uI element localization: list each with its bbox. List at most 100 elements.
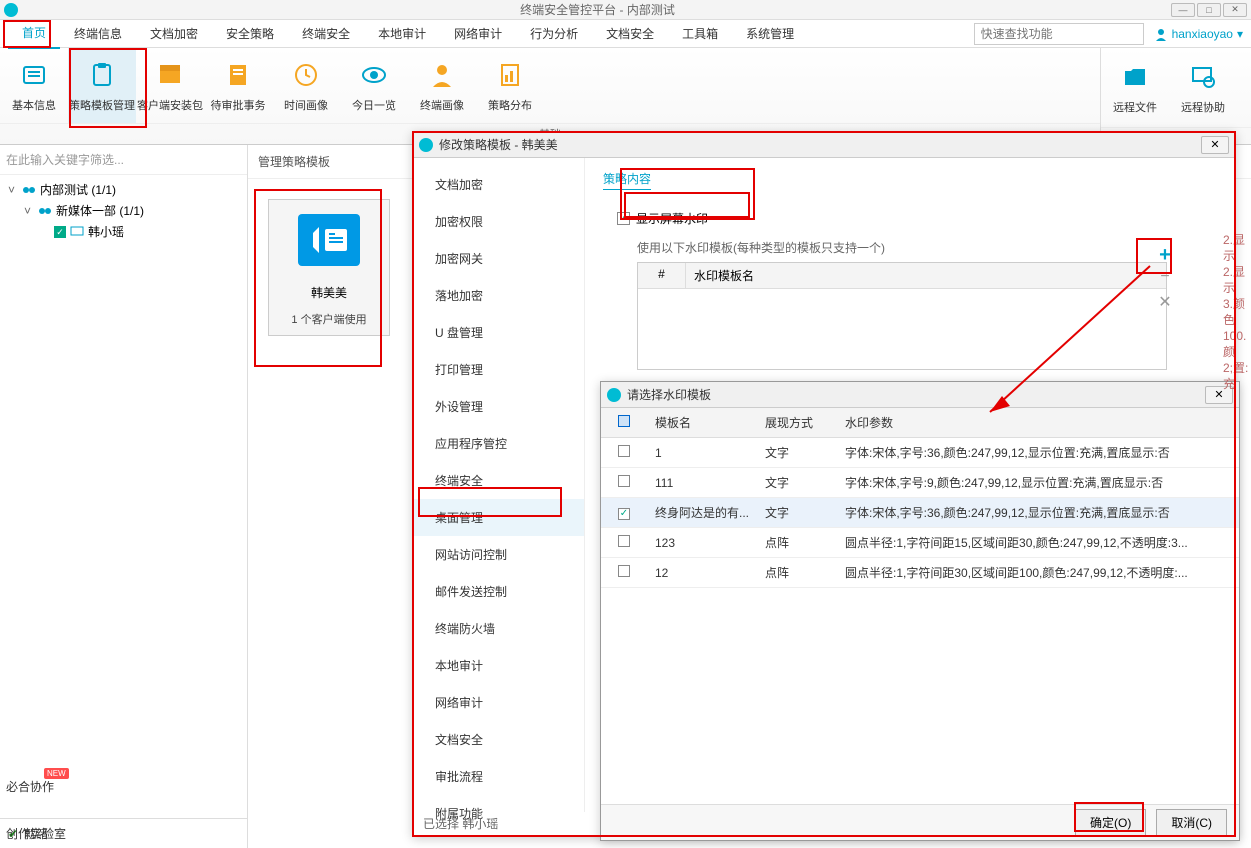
nav-email[interactable]: 邮件发送控制 (413, 573, 584, 610)
ok-button[interactable]: 确定(O) (1075, 809, 1146, 836)
org-tree: ˅内部测试 (1/1) ˅新媒体一部 (1/1) ✓韩小瑶 (0, 175, 247, 818)
user-menu[interactable]: hanxiaoyao ▾ (1154, 27, 1243, 41)
minimize-button[interactable]: — (1171, 3, 1195, 17)
ribbon-terminal-portrait[interactable]: 终端画像 (408, 48, 476, 123)
tab-home[interactable]: 首页 (8, 18, 60, 49)
group-icon (22, 184, 36, 196)
tab-security-policy[interactable]: 安全策略 (212, 19, 288, 48)
tab-toolbox[interactable]: 工具箱 (668, 19, 732, 48)
nav-local-audit[interactable]: 本地审计 (413, 647, 584, 684)
cell-param: 圆点半径:1,字符间距30,区域间距100,颜色:247,99,12,不透明度:… (837, 558, 1239, 588)
nav-desktop[interactable]: 桌面管理 (413, 499, 584, 536)
nav-doc-sec[interactable]: 文档安全 (413, 721, 584, 758)
row-checkbox[interactable] (618, 535, 630, 547)
nav-web-access[interactable]: 网站访问控制 (413, 536, 584, 573)
watermark-table: 模板名 展现方式 水印参数 1文字字体:宋体,字号:36,颜色:247,99,1… (601, 408, 1239, 588)
nav-terminal-sec[interactable]: 终端安全 (413, 462, 584, 499)
window-titlebar: 终端安全管控平台 - 内部测试 — □ ✕ (0, 0, 1251, 20)
row-checkbox[interactable] (618, 508, 630, 520)
hint-text: 使用以下水印模板(每种类型的模板只支持一个) (637, 239, 1217, 256)
dialog-icon (419, 138, 433, 152)
ribbon-remote-file[interactable]: 远程文件 (1101, 48, 1169, 127)
nav-firewall[interactable]: 终端防火墙 (413, 610, 584, 647)
user-icon (1154, 27, 1168, 41)
ribbon-client-install[interactable]: 客户端安装包 (136, 48, 204, 123)
app-logo-icon (4, 3, 18, 17)
add-template-button[interactable]: + (1155, 244, 1175, 264)
nav-doc-encrypt[interactable]: 文档加密 (413, 166, 584, 203)
row-checkbox[interactable] (618, 475, 630, 487)
nav-print[interactable]: 打印管理 (413, 351, 584, 388)
maximize-button[interactable]: □ (1197, 3, 1221, 17)
nav-approval[interactable]: 审批流程 (413, 758, 584, 795)
table-row[interactable]: 111文字字体:宋体,字号:9,颜色:247,99,12,显示位置:充满,置底显… (601, 468, 1239, 498)
table-row[interactable]: 终身阿达是的有...文字字体:宋体,字号:36,颜色:247,99,12,显示位… (601, 498, 1239, 528)
checkbox-checked-icon: ✓ (54, 226, 66, 238)
table-row[interactable]: 12点阵圆点半径:1,字符间距30,区域间距100,颜色:247,99,12,不… (601, 558, 1239, 588)
close-template-button[interactable]: ✕ (1155, 292, 1175, 312)
tree-node-dept[interactable]: ˅新媒体一部 (1/1) (0, 200, 247, 221)
close-button[interactable]: ✕ (1223, 3, 1247, 17)
row-checkbox[interactable] (618, 565, 630, 577)
show-watermark-row[interactable]: ✓ 显示屏幕水印 (603, 204, 1217, 233)
info-icon (18, 59, 50, 91)
tab-doc-encrypt[interactable]: 文档加密 (136, 19, 212, 48)
clock-icon (290, 59, 322, 91)
tab-local-audit[interactable]: 本地审计 (364, 19, 440, 48)
person-icon (426, 59, 458, 91)
col-params: 水印参数 (837, 408, 1239, 438)
approval-icon (222, 59, 254, 91)
table-row[interactable]: 1文字字体:宋体,字号:36,颜色:247,99,12,显示位置:充满,置底显示… (601, 438, 1239, 468)
tab-terminal-security[interactable]: 终端安全 (288, 19, 364, 48)
checkbox-checked-icon[interactable]: ✓ (617, 212, 630, 225)
ribbon-time-portrait[interactable]: 时间画像 (272, 48, 340, 123)
chart-icon (494, 59, 526, 91)
header-checkbox-icon[interactable] (618, 415, 630, 427)
tab-system[interactable]: 系统管理 (732, 19, 808, 48)
new-badge: NEW (44, 768, 69, 779)
ribbon-approval[interactable]: 待审批事务 (204, 48, 272, 123)
ribbon-policy-template[interactable]: 策略模板管理 (68, 48, 136, 123)
dialog-close-button[interactable]: ✕ (1201, 136, 1229, 154)
tree-filter[interactable]: 在此输入关键字筛选... (0, 145, 247, 175)
background-text-peek: 2.显示2.显示3.颜色100.颜2;置:充 (1223, 232, 1251, 392)
table-row[interactable]: 123点阵圆点半径:1,字符间距15,区域间距30,颜色:247,99,12,不… (601, 528, 1239, 558)
remove-template-button[interactable]: − (1155, 268, 1175, 288)
tab-doc-security[interactable]: 文档安全 (592, 19, 668, 48)
cell-mode: 文字 (757, 498, 837, 528)
ribbon-remote-assist[interactable]: 远程协助 (1169, 48, 1237, 127)
nav-encrypt-gateway[interactable]: 加密网关 (413, 240, 584, 277)
window-title: 终端安全管控平台 - 内部测试 (24, 1, 1171, 18)
ribbon-policy-dist[interactable]: 策略分布 (476, 48, 544, 123)
dialog-footer-text: 已选择 韩小瑶 (423, 815, 498, 832)
tree-node-user[interactable]: ✓韩小瑶 (0, 221, 247, 242)
tab-network-audit[interactable]: 网络审计 (440, 19, 516, 48)
nav-net-audit[interactable]: 网络审计 (413, 684, 584, 721)
folder-icon (1119, 61, 1151, 93)
nav-encrypt-perm[interactable]: 加密权限 (413, 203, 584, 240)
chevron-down-icon: ▾ (1237, 27, 1243, 41)
nav-usb[interactable]: U 盘管理 (413, 314, 584, 351)
col-check[interactable] (601, 408, 647, 438)
nav-app-control[interactable]: 应用程序管控 (413, 425, 584, 462)
row-checkbox[interactable] (618, 445, 630, 457)
cancel-button[interactable]: 取消(C) (1156, 809, 1227, 836)
policy-nav: 文档加密 加密权限 加密网关 落地加密 U 盘管理 打印管理 外设管理 应用程序… (413, 158, 585, 812)
select-watermark-dialog: 请选择水印模板 ✕ 模板名 展现方式 水印参数 1文字字体:宋体,字号:36,颜… (600, 381, 1240, 841)
col-mode: 展现方式 (757, 408, 837, 438)
tab-terminal-info[interactable]: 终端信息 (60, 19, 136, 48)
cell-name: 12 (647, 558, 757, 588)
ribbon-today[interactable]: 今日一览 (340, 48, 408, 123)
monitor-search-icon (1187, 61, 1219, 93)
dialog-titlebar: 修改策略模板 - 韩美美 ✕ (413, 132, 1235, 158)
ribbon-basic-info[interactable]: 基本信息 (0, 48, 68, 123)
template-card[interactable]: 韩美美 1 个客户端使用 (268, 199, 390, 336)
search-input[interactable] (974, 23, 1144, 45)
nav-land-encrypt[interactable]: 落地加密 (413, 277, 584, 314)
cell-param: 字体:宋体,字号:9,颜色:247,99,12,显示位置:充满,置底显示:否 (837, 468, 1239, 498)
tree-node-root[interactable]: ˅内部测试 (1/1) (0, 179, 247, 200)
monitor-icon (70, 226, 84, 238)
template-name: 韩美美 (311, 284, 347, 301)
nav-peripheral[interactable]: 外设管理 (413, 388, 584, 425)
tab-behavior[interactable]: 行为分析 (516, 19, 592, 48)
